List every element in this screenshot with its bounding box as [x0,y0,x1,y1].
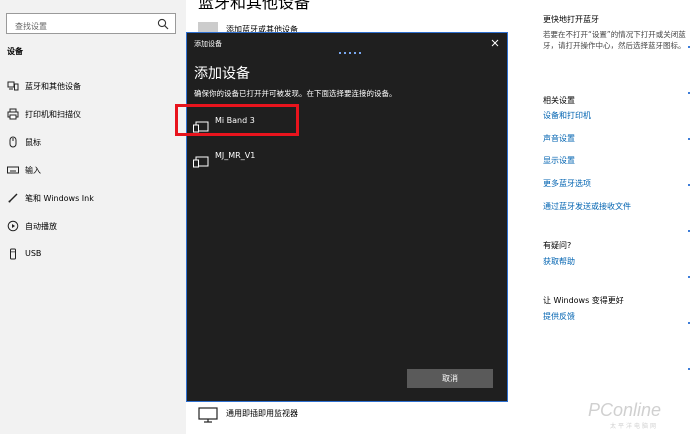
dialog-title: 添加设备 [194,40,222,48]
link-sound-settings[interactable]: 声音设置 [543,133,575,144]
close-icon[interactable] [489,37,501,49]
page-title: 蓝牙和其他设备 [198,0,311,12]
search-icon[interactable] [157,18,169,30]
pen-icon [8,193,18,203]
sidebar-item-autoplay[interactable]: 自动播放 [0,215,186,237]
watermark-logo: PConline [588,400,662,420]
link-get-help[interactable]: 获取帮助 [543,256,575,267]
link-give-feedback[interactable]: 提供反馈 [543,311,575,322]
autoplay-icon [7,220,19,232]
mouse-icon [9,136,17,148]
cancel-button[interactable]: 取消 [407,369,493,388]
watermark: PConline 太平洋电脑网 [588,400,696,430]
sidebar-item-label: 鼠标 [25,138,41,147]
sidebar-item-label: 蓝牙和其他设备 [25,82,81,91]
printer-icon [7,108,19,120]
feedback-title: 让 Windows 变得更好 [543,296,624,305]
related-settings-title: 相关设置 [543,96,575,105]
sidebar-item-typing[interactable]: 输入 [0,159,186,181]
device-name: MJ_MR_V1 [215,151,256,160]
searching-progress [339,52,363,55]
link-devices-printers[interactable]: 设备和打印机 [543,110,591,121]
sidebar-item-bluetooth[interactable]: 蓝牙和其他设备 [0,75,186,97]
dialog-titlebar: 添加设备 [187,33,507,53]
settings-sidebar: 设备 蓝牙和其他设备 打印机和扫描仪 鼠标 输入 [0,0,186,434]
monitor-icon [198,407,218,423]
sidebar-item-label: 笔和 Windows Ink [25,194,94,203]
link-bluetooth-file-transfer[interactable]: 通过蓝牙发送或接收文件 [543,201,631,212]
sidebar-item-printers[interactable]: 打印机和扫描仪 [0,103,186,125]
display-device-icon [193,156,209,168]
device-item-mj-mr[interactable]: MJ_MR_V1 [187,148,507,174]
quick-bluetooth-desc: 若要在不打开“设置”的情况下打开或关闭蓝牙，请打开操作中心，然后选择蓝牙图标。 [543,30,686,50]
sidebar-item-usb[interactable]: USB [0,243,186,265]
related-panel: 更快地打开蓝牙 若要在不打开“设置”的情况下打开或关闭蓝牙，请打开操作中心，然后… [543,0,700,434]
sidebar-item-mouse[interactable]: 鼠标 [0,131,186,153]
sidebar-item-pen[interactable]: 笔和 Windows Ink [0,187,186,209]
device-item-monitor[interactable]: 通用即插即用监视器 [198,405,398,425]
dialog-subtitle: 确保你的设备已打开并可被发现。在下面选择要连接的设备。 [194,89,397,98]
add-device-dialog: 添加设备 添加设备 确保你的设备已打开并可被发现。在下面选择要连接的设备。 Mi… [186,32,508,402]
section-title-devices: 设备 [7,47,23,56]
keyboard-icon [7,166,19,174]
sidebar-item-label: 自动播放 [25,222,57,231]
watermark-sub: 太平洋电脑网 [610,423,659,430]
quick-bluetooth-title: 更快地打开蓝牙 [543,15,599,24]
sidebar-item-label: 输入 [25,166,41,175]
sidebar-item-label: 打印机和扫描仪 [25,110,81,119]
dialog-heading: 添加设备 [194,66,250,82]
link-display-settings[interactable]: 显示设置 [543,155,575,166]
search-box[interactable] [6,13,176,36]
highlight-box [175,104,299,136]
usb-icon [10,248,16,260]
sidebar-item-label: USB [25,249,42,258]
monitor-label: 通用即插即用监视器 [226,409,298,418]
scrollbar[interactable] [686,0,692,434]
bluetooth-devices-icon [7,81,19,91]
help-title: 有疑问? [543,241,572,250]
link-more-bluetooth[interactable]: 更多蓝牙选项 [543,178,591,189]
search-input[interactable] [7,17,152,36]
